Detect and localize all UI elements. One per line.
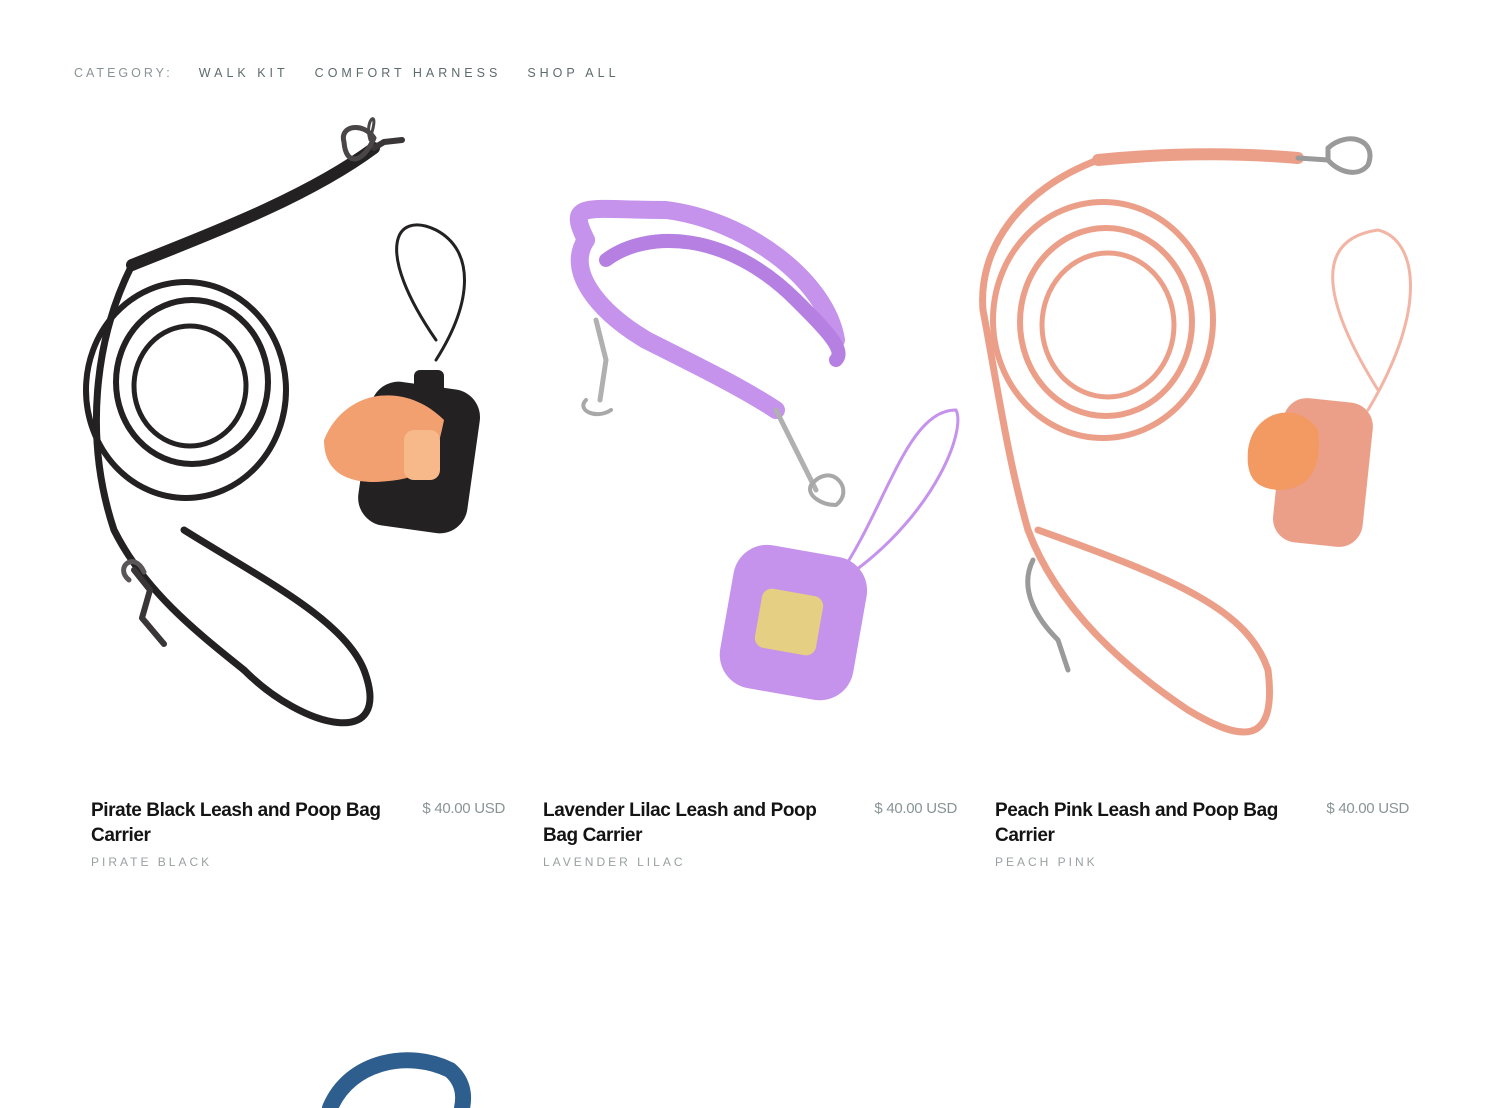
- product-image-peach-leash[interactable]: [978, 110, 1430, 770]
- category-link-shop-all[interactable]: SHOP ALL: [527, 66, 619, 80]
- product-price: $ 40.00 USD: [422, 800, 505, 817]
- category-label: CATEGORY:: [74, 66, 173, 80]
- product-price: $ 40.00 USD: [1326, 800, 1409, 817]
- product-variant: LAVENDER LILAC: [543, 855, 686, 869]
- category-link-comfort-harness[interactable]: COMFORT HARNESS: [315, 66, 502, 80]
- product-image-lilac-leash[interactable]: [526, 110, 978, 770]
- product-variant: PIRATE BLACK: [91, 855, 213, 869]
- category-filter-bar: CATEGORY: WALK KIT COMFORT HARNESS SHOP …: [74, 66, 646, 80]
- category-link-walk-kit[interactable]: WALK KIT: [199, 66, 289, 80]
- product-variant: PEACH PINK: [995, 855, 1098, 869]
- product-title[interactable]: Peach Pink Leash and Poop Bag Carrier: [995, 798, 1295, 848]
- next-product-image-partial[interactable]: [280, 1030, 500, 1108]
- product-price: $ 40.00 USD: [874, 800, 957, 817]
- product-image-black-leash[interactable]: [74, 110, 526, 770]
- product-title[interactable]: Pirate Black Leash and Poop Bag Carrier: [91, 798, 391, 848]
- product-title[interactable]: Lavender Lilac Leash and Poop Bag Carrie…: [543, 798, 843, 848]
